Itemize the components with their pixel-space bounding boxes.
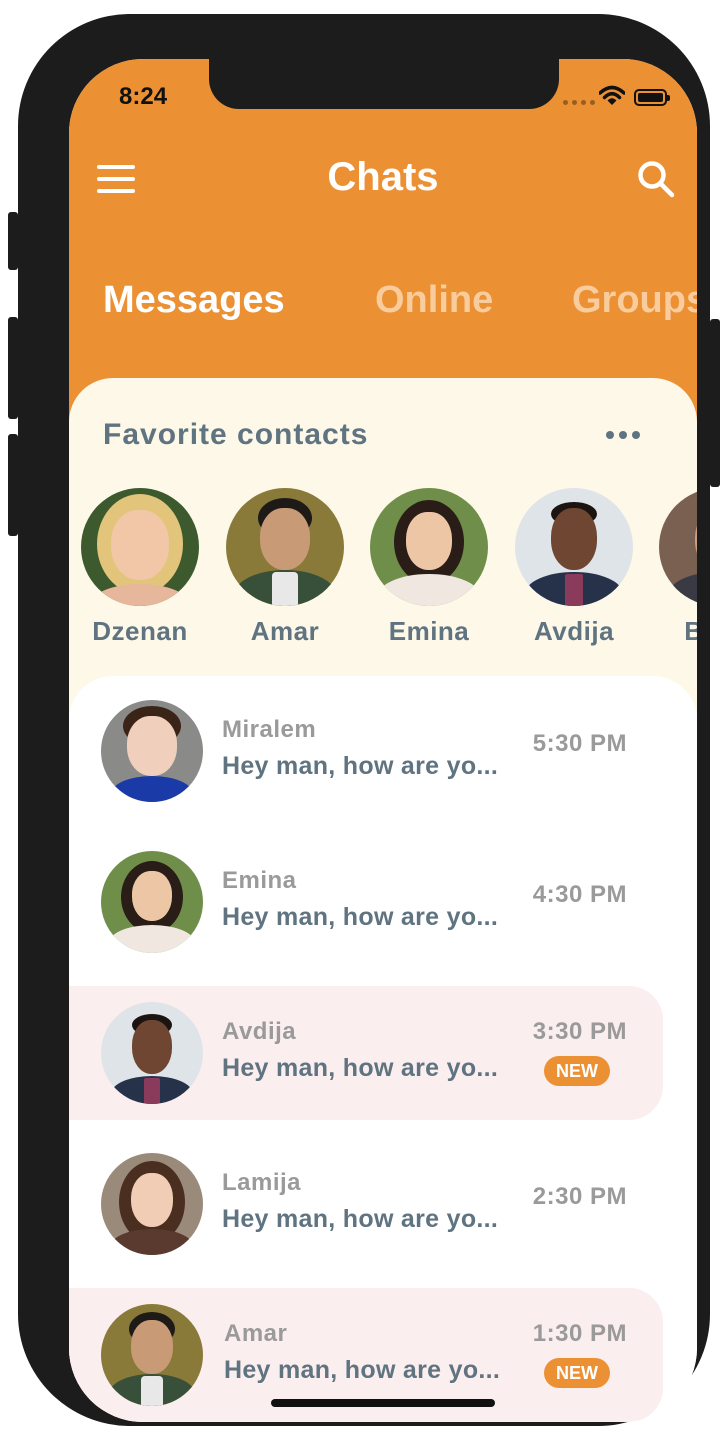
favorite-contact[interactable]: Dzenan [75,488,205,647]
favorite-contact-name: Avdija [533,616,615,646]
chat-timestamp: 5:30 PM [532,730,627,757]
favorite-contact-name: Emina [388,616,470,646]
chat-message-preview: Hey man, how are yo... [222,1205,499,1233]
chat-row[interactable]: Avdija Hey man, how are yo... 3:30 PM NE… [69,986,663,1120]
avatar [370,488,488,606]
chat-contact-name: Amar [224,1320,288,1347]
chat-message-preview: Hey man, how are yo... [224,1356,501,1384]
avatar [101,851,203,953]
signal-icon [563,100,595,105]
page-title: Chats [327,155,439,199]
home-indicator[interactable] [271,1399,495,1407]
tab-messages[interactable]: Messages [103,279,285,322]
avatar [226,488,344,606]
power-button [710,319,720,487]
avatar [101,700,203,802]
tab-online[interactable]: Online [375,279,493,322]
new-badge: NEW [544,1358,610,1388]
chat-timestamp: 4:30 PM [532,881,627,908]
chat-message-preview: Hey man, how are yo... [222,752,499,780]
battery-icon [634,89,670,106]
chat-timestamp: 3:30 PM [532,1018,627,1045]
favorite-contact-name: Dzenan [92,616,188,646]
chat-row[interactable]: Lamija Hey man, how are yo... 2:30 PM [69,1137,663,1271]
notch [209,59,559,109]
status-time: 8:24 [119,83,168,110]
chat-timestamp: 2:30 PM [532,1183,627,1210]
favorite-contact[interactable]: Bakir [653,488,697,647]
avatar [101,1153,203,1255]
new-badge: NEW [544,1056,610,1086]
chat-contact-name: Avdija [222,1018,297,1045]
chat-timestamp: 1:30 PM [532,1320,627,1347]
chat-contact-name: Miralem [222,716,317,743]
avatar [81,488,199,606]
avatar [101,1002,203,1104]
chat-contact-name: Emina [222,867,297,894]
favorite-contact[interactable]: Amar [220,488,350,647]
avatar [515,488,633,606]
wifi-icon [599,85,625,105]
chat-row[interactable]: Emina Hey man, how are yo... 4:30 PM [69,835,663,969]
favorite-contact-name: Bakir [684,616,697,646]
chat-contact-name: Lamija [222,1169,302,1196]
screen: 8:24 Chats Messages Online Groups Favori… [69,59,697,1422]
favorite-contact-name: Amar [250,616,320,646]
chat-message-preview: Hey man, how are yo... [222,1054,499,1082]
search-icon[interactable] [636,159,676,199]
avatar [659,488,697,606]
phone-frame: 8:24 Chats Messages Online Groups Favori… [8,14,720,1426]
tab-groups[interactable]: Groups [572,279,697,322]
favorites-title: Favorite contacts [103,418,369,451]
more-horizontal-icon[interactable] [606,431,640,439]
chat-message-preview: Hey man, how are yo... [222,903,499,931]
chat-list: Miralem Hey man, how are yo... 5:30 PM E… [69,676,697,1422]
favorite-contact[interactable]: Emina [364,488,494,647]
chat-row[interactable]: Miralem Hey man, how are yo... 5:30 PM [69,684,663,818]
volume-up-button [8,317,18,419]
favorite-contact[interactable]: Avdija [509,488,639,647]
mute-switch [8,212,18,270]
volume-down-button [8,434,18,536]
avatar [101,1304,203,1406]
